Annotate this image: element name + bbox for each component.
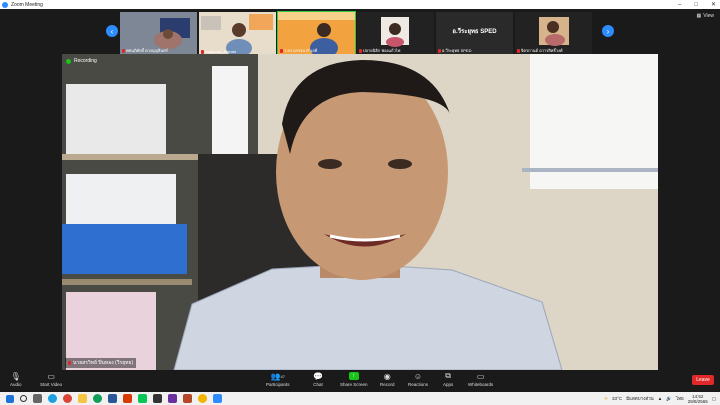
chrome-icon[interactable] bbox=[63, 394, 72, 403]
participants-button[interactable]: 👥 47 Participants bbox=[266, 371, 290, 388]
reactions-button[interactable]: ☺ Reactions bbox=[408, 371, 429, 388]
participant-thumbnail[interactable]: ว.ดร.บรรจบ ทำเลดี bbox=[277, 11, 356, 56]
speaker-name: นายสรวิทย์ ปิ่นทอง (วีรยุทธ) bbox=[73, 360, 134, 366]
windows-start-icon[interactable] bbox=[6, 394, 14, 403]
speaker-name-tag: นายสรวิทย์ ปิ่นทอง (วีรยุทธ) bbox=[65, 358, 137, 368]
participant-avatar-text: อ.วีระยุทธ SPED bbox=[452, 29, 497, 35]
view-button[interactable]: ▦ View bbox=[697, 13, 714, 19]
participant-thumbnail[interactable]: Nagamal_Ahmad bbox=[199, 12, 276, 55]
muted-mic-icon bbox=[517, 48, 520, 53]
app-icon[interactable] bbox=[123, 394, 132, 403]
previous-page-button[interactable]: ‹ bbox=[106, 25, 118, 37]
clock-date: 28/8/2565 bbox=[687, 398, 708, 404]
participants-count: 47 bbox=[280, 373, 285, 379]
meeting-stage: ▦ View ‹ › ศศนภิศักดิ์ ดวงบุญสินทร์ Naga… bbox=[0, 9, 720, 370]
search-icon[interactable] bbox=[20, 395, 27, 402]
chat-button[interactable]: 💬 Chat bbox=[313, 371, 323, 388]
app-icon[interactable] bbox=[153, 394, 162, 403]
start-video-label: Start Video bbox=[40, 382, 63, 387]
leave-button[interactable]: Leave bbox=[692, 375, 714, 385]
participant-name: อ.วีระยุทธ SPED bbox=[442, 48, 472, 53]
participant-name: ศศนภิศักดิ์ ดวงบุญสินทร์ bbox=[126, 48, 168, 53]
active-speaker-video: Recording นายสรวิทย์ ปิ่นทอง (วีรยุทธ) bbox=[62, 54, 658, 370]
whiteboards-label: Whiteboards bbox=[468, 382, 494, 387]
muted-mic-icon bbox=[122, 48, 125, 53]
line-icon[interactable] bbox=[138, 394, 147, 403]
video-camera-icon: ▭ bbox=[47, 371, 55, 381]
participant-thumbnail[interactable]: ปลายนิธิก ฟองแก้วไพ bbox=[357, 12, 434, 55]
record-icon: ◉ bbox=[383, 371, 391, 381]
app-icon[interactable] bbox=[183, 394, 192, 403]
start-video-button[interactable]: ▭ Start Video bbox=[40, 371, 63, 388]
participant-thumbnail[interactable]: อ.วีระยุทธ SPED อ.วีระยุทธ SPED bbox=[436, 12, 513, 55]
muted-mic-icon bbox=[438, 48, 441, 53]
view-label: View bbox=[703, 13, 714, 19]
participant-name: ปลายนิธิก ฟองแก้วไพ bbox=[363, 48, 401, 53]
reactions-icon: ☺ bbox=[413, 371, 423, 381]
title-bar: Zoom Meeting – □ ✕ bbox=[0, 0, 720, 9]
participant-thumbnail[interactable]: ศศนภิศักดิ์ ดวงบุญสินทร์ bbox=[120, 12, 197, 55]
share-screen-label: Share Screen bbox=[340, 382, 368, 387]
maximize-icon[interactable]: □ bbox=[694, 2, 698, 8]
app-icon[interactable] bbox=[108, 394, 117, 403]
record-button[interactable]: ◉ Record bbox=[380, 371, 395, 388]
participant-name: จิตรกานต์ อวารสิทธิ์วงศ์ bbox=[521, 48, 563, 53]
microphone-icon: 🎙 bbox=[10, 371, 21, 381]
chat-icon: 💬 bbox=[313, 371, 323, 381]
zoom-logo-icon bbox=[2, 1, 8, 8]
task-view-icon[interactable] bbox=[33, 394, 42, 403]
audio-label: Audio bbox=[10, 382, 22, 387]
whiteboard-icon: ▭ bbox=[476, 371, 485, 381]
windows-taskbar: ☀ 33°C มีแดดบางส่วน ▲ 🔊 ไทย 14:52 28/8/2… bbox=[0, 392, 720, 405]
record-label: Record bbox=[380, 382, 395, 387]
recording-label: Recording bbox=[74, 58, 97, 64]
system-tray: ☀ 33°C มีแดดบางส่วน ▲ 🔊 ไทย 14:52 28/8/2… bbox=[604, 392, 716, 405]
meeting-toolbar: 🎙 Audio ▭ Start Video 👥 47 Participants 💬… bbox=[0, 370, 720, 392]
grid-icon: ▦ bbox=[696, 13, 702, 19]
file-explorer-icon[interactable] bbox=[78, 394, 87, 403]
muted-mic-icon bbox=[280, 48, 283, 53]
chrome-icon[interactable] bbox=[93, 394, 102, 403]
recording-indicator[interactable]: Recording bbox=[66, 58, 97, 64]
reactions-label: Reactions bbox=[408, 382, 429, 387]
weather-icon: ☀ bbox=[603, 395, 609, 401]
apps-label: Apps bbox=[443, 382, 454, 387]
share-screen-button[interactable]: ↑ Share Screen bbox=[340, 372, 368, 387]
whiteboards-button[interactable]: ▭ Whiteboards bbox=[468, 371, 494, 388]
apps-button[interactable]: ⧉ Apps bbox=[443, 371, 454, 387]
recording-dot-icon bbox=[66, 58, 71, 64]
participant-name: ว.ดร.บรรจบ ทำเลดี bbox=[284, 48, 318, 53]
weather-temp: 33°C bbox=[612, 396, 623, 401]
muted-mic-icon bbox=[201, 49, 204, 54]
app-icon[interactable] bbox=[168, 394, 177, 403]
chat-label: Chat bbox=[313, 382, 323, 387]
chrome-icon[interactable] bbox=[198, 394, 207, 403]
participants-label: Participants bbox=[266, 382, 290, 387]
minimize-icon[interactable]: – bbox=[678, 2, 681, 8]
volume-icon[interactable]: 🔊 bbox=[666, 396, 672, 402]
notifications-icon[interactable]: ▢ bbox=[712, 396, 716, 402]
close-icon[interactable]: ✕ bbox=[711, 1, 716, 8]
zoom-icon[interactable] bbox=[213, 394, 222, 403]
clock[interactable]: 14:52 28/8/2565 bbox=[688, 394, 708, 404]
muted-mic-icon bbox=[68, 361, 71, 365]
participant-thumbnail[interactable]: จิตรกานต์ อวารสิทธิ์วงศ์ bbox=[515, 12, 592, 55]
thumbnail-strip: ศศนภิศักดิ์ ดวงบุญสินทร์ Nagamal_Ahmad ว… bbox=[120, 11, 592, 56]
share-screen-icon: ↑ bbox=[348, 372, 359, 380]
apps-icon: ⧉ bbox=[445, 371, 451, 380]
audio-button[interactable]: 🎙 Audio bbox=[10, 371, 22, 388]
participants-icon: 👥 47 bbox=[270, 371, 285, 381]
window-controls: – □ ✕ bbox=[678, 0, 716, 9]
input-language[interactable]: ไทย bbox=[676, 395, 684, 402]
network-icon[interactable]: ▲ bbox=[658, 396, 662, 401]
window-title: Zoom Meeting bbox=[11, 1, 43, 8]
muted-mic-icon bbox=[359, 48, 362, 53]
edge-icon[interactable] bbox=[48, 394, 57, 403]
next-page-button[interactable]: › bbox=[602, 25, 614, 37]
speaker-video-frame bbox=[62, 54, 658, 370]
weather-desc: มีแดดบางส่วน bbox=[626, 396, 654, 401]
